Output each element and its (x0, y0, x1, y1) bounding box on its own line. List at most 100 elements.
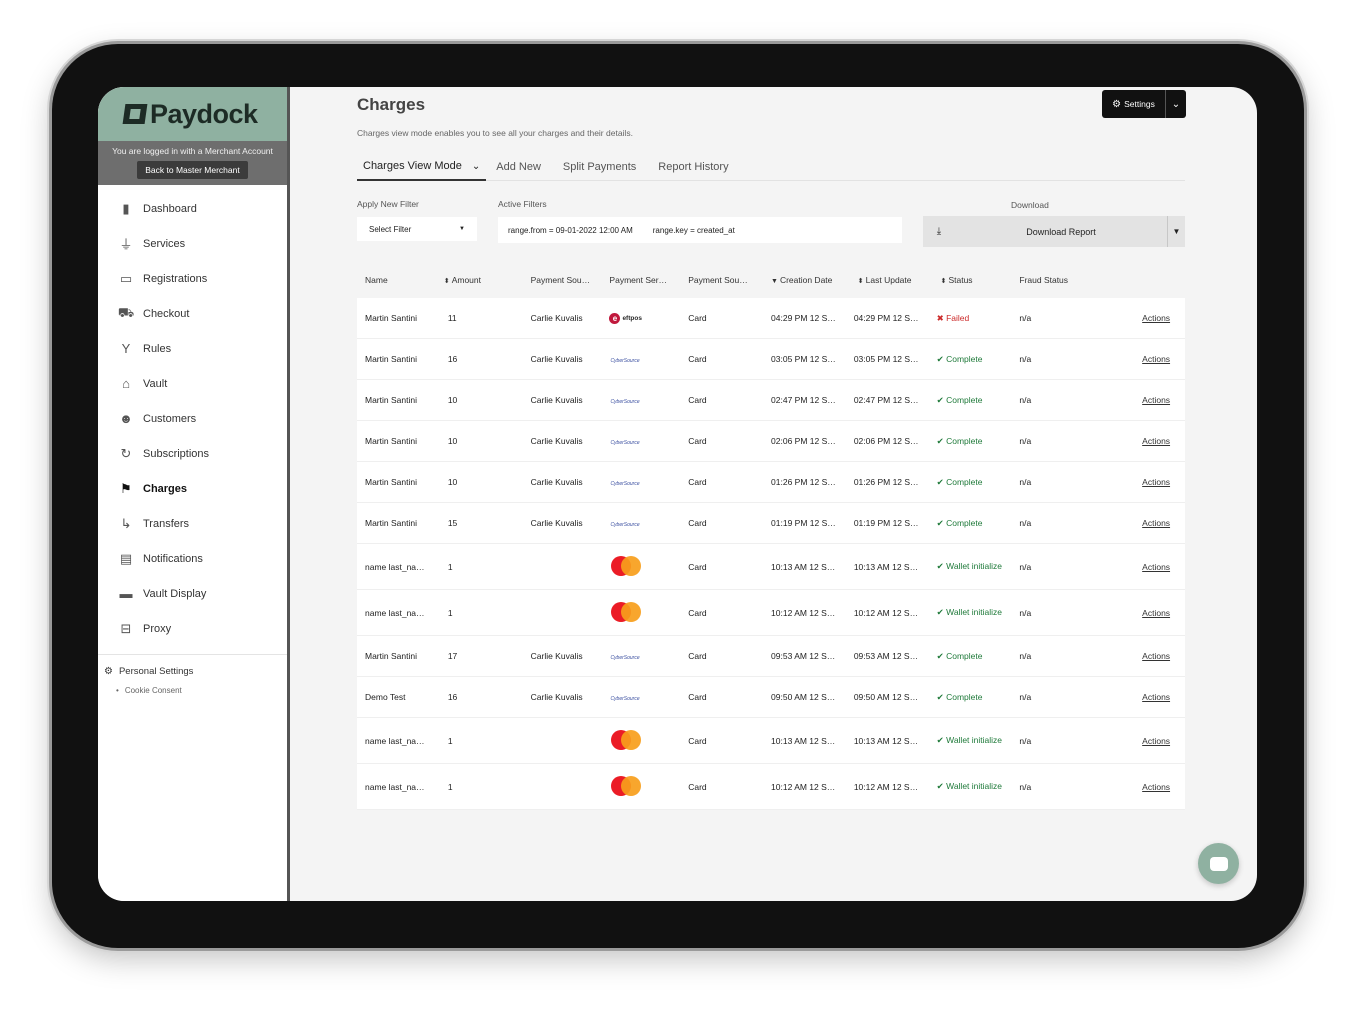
actions-link[interactable]: Actions (1142, 692, 1170, 702)
payment-type: Card (688, 735, 707, 746)
payment-type: Card (688, 518, 707, 528)
status-label: Failed (946, 312, 970, 323)
sidebar-item-label: Registrations (143, 272, 208, 285)
sidebar-item-label: Dashboard (143, 202, 197, 215)
brand-logo[interactable]: Paydock (98, 87, 287, 141)
table-row[interactable]: Martin Santini 10 Carlie Kuvalis CyberSourc… (357, 462, 1185, 503)
column-header[interactable]: Fraud Status (1019, 275, 1102, 285)
actions-link[interactable]: Actions (1142, 313, 1170, 323)
charges-table: Martin Santini 11 Carlie Kuvalis e eftpos Car… (357, 298, 1185, 810)
status-badge: ✖ Failed (937, 313, 1020, 324)
actions-link[interactable]: Actions (1142, 354, 1170, 364)
back-to-master-button[interactable]: Back to Master Merchant (137, 161, 248, 179)
cookie-consent-link[interactable]: Cookie Consent (98, 681, 287, 699)
sidebar-item-subscriptions[interactable]: ↻ Subscriptions (98, 436, 287, 471)
download-report-button[interactable]: ⤓ Download Report ▼ (923, 216, 1185, 247)
column-header-label: Creation Date (779, 275, 833, 285)
sidebar-item-customers[interactable]: ☻ Customers (98, 401, 287, 436)
sidebar-item-vault[interactable]: ⌂ Vault (98, 366, 287, 401)
creation-date: 04:29 PM 12 S… (771, 313, 836, 323)
amount: 16 (447, 692, 458, 702)
tab-add-new[interactable]: Add New (496, 153, 541, 181)
select-filter-dropdown[interactable]: Select Filter ▼ (357, 217, 477, 241)
settings-label-wrap[interactable]: ⚙ Settings (1102, 90, 1166, 118)
actions-link[interactable]: Actions (1142, 395, 1170, 405)
sidebar-item-checkout[interactable]: ⛟ Checkout (98, 296, 287, 331)
column-header[interactable]: Payment Sou… (688, 275, 771, 285)
column-header[interactable]: ▼ Creation Date (771, 275, 854, 285)
table-row[interactable]: Martin Santini 15 Carlie Kuvalis CyberSourc… (357, 503, 1185, 544)
payment-type: Card (688, 354, 707, 364)
table-row[interactable]: Martin Santini 10 Carlie Kuvalis CyberSourc… (357, 421, 1185, 462)
column-header[interactable]: ⬍ Last Update (854, 275, 937, 285)
sort-icon: ⬍ (443, 278, 450, 285)
filter-chip[interactable]: range.from = 09-01-2022 12:00 AM (508, 226, 633, 235)
column-header[interactable]: Payment Ser… (605, 275, 688, 285)
status-label: Wallet initialize (946, 781, 1003, 791)
actions-link[interactable]: Actions (1142, 477, 1170, 487)
actions-link[interactable]: Actions (1142, 736, 1170, 746)
caret-down-icon[interactable]: ▼ (1167, 216, 1185, 247)
check-icon: ✔ (936, 561, 947, 571)
sidebar-item-notifications[interactable]: ▤ Notifications (98, 541, 287, 576)
sidebar-item-dashboard[interactable]: ▮ Dashboard (98, 191, 287, 226)
amount: 11 (447, 313, 457, 323)
chevron-down-icon[interactable]: ⌄ (1166, 90, 1186, 118)
actions-cell: Actions (1102, 395, 1185, 405)
table-row[interactable]: name last_na… 1 Card 10:13 AM 12 S… 10:13 AM… (357, 718, 1185, 764)
creation-date: 02:06 PM 12 S… (771, 436, 836, 446)
column-header[interactable]: ⬍ Amount (440, 275, 523, 285)
personal-settings-link[interactable]: ⚙ Personal Settings (98, 661, 287, 681)
flag-icon: ⚑ (120, 480, 132, 496)
cross-icon: ✖ (936, 312, 947, 323)
table-row[interactable]: Martin Santini 10 Carlie Kuvalis CyberSourc… (357, 380, 1185, 421)
table-row[interactable]: name last_na… 1 Card 10:12 AM 12 S… 10:12 AM… (357, 764, 1185, 810)
actions-link[interactable]: Actions (1142, 436, 1170, 446)
sidebar-item-rules[interactable]: Y Rules (98, 331, 287, 366)
sidebar-item-label: Services (143, 237, 186, 250)
column-header[interactable]: ⬍ Status (937, 275, 1020, 285)
customer-name: Martin Santini (365, 477, 417, 487)
actions-link[interactable]: Actions (1142, 518, 1170, 528)
table-row[interactable]: Martin Santini 17 Carlie Kuvalis CyberSourc… (357, 636, 1185, 677)
payment-source: Carlie Kuvalis (530, 692, 583, 702)
table-row[interactable]: Martin Santini 16 Carlie Kuvalis CyberSourc… (357, 339, 1185, 380)
sidebar-item-proxy[interactable]: ⊟ Proxy (98, 611, 287, 646)
actions-cell: Actions (1102, 651, 1185, 661)
tab-report-history[interactable]: Report History (658, 153, 728, 181)
fraud-status: n/a (1019, 692, 1032, 702)
column-header[interactable]: Payment Sou… (523, 275, 606, 285)
creation-date: 01:19 PM 12 S… (771, 518, 836, 528)
sidebar-item-registrations[interactable]: ▭ Registrations (98, 261, 287, 296)
actions-link[interactable]: Actions (1142, 608, 1170, 618)
actions-link[interactable]: Actions (1142, 782, 1170, 792)
tab-split-payments[interactable]: Split Payments (563, 153, 636, 181)
tab-charges-view-mode[interactable]: Charges View Mode ⌄ (357, 153, 487, 181)
sort-icon: ⬍ (857, 278, 864, 285)
payment-service: CyberSource (605, 395, 688, 405)
sidebar-item-label: Checkout (143, 307, 190, 320)
filter-chip[interactable]: range.key = created_at (653, 226, 735, 235)
sidebar-item-vault-display[interactable]: ▬ Vault Display (98, 576, 287, 611)
status-badge: ✔ Complete (937, 436, 1020, 447)
fraud-status: n/a (1019, 735, 1032, 746)
table-row[interactable]: Martin Santini 11 Carlie Kuvalis e eftpos Car… (357, 298, 1185, 339)
actions-link[interactable]: Actions (1142, 562, 1170, 572)
sidebar-item-label: Customers (143, 412, 197, 425)
amount: 15 (447, 518, 458, 528)
select-filter-value: Select Filter (369, 224, 412, 234)
fraud-status: n/a (1019, 781, 1032, 792)
settings-button[interactable]: ⚙ Settings ⌄ (1102, 90, 1186, 118)
table-row[interactable]: name last_na… 1 Card 10:12 AM 12 S… 10:12 AM… (357, 590, 1185, 636)
sidebar-item-services[interactable]: ⏚ Services (98, 226, 287, 261)
table-row[interactable]: Demo Test 16 Carlie Kuvalis CyberSource Card… (357, 677, 1185, 718)
chat-widget-button[interactable] (1198, 843, 1239, 884)
column-header[interactable]: Name (357, 275, 440, 285)
sidebar-item-charges[interactable]: ⚑ Charges (98, 471, 287, 506)
cybersource-logo-icon: CyberSource (609, 522, 641, 528)
actions-link[interactable]: Actions (1142, 651, 1170, 661)
last-update: 02:47 PM 12 S… (853, 395, 919, 405)
table-row[interactable]: name last_na… 1 Card 10:13 AM 12 S… 10:13 AM… (357, 544, 1185, 590)
sidebar-item-transfers[interactable]: ↳ Transfers (98, 506, 287, 541)
creation-date: 10:13 AM 12 S… (771, 735, 836, 746)
